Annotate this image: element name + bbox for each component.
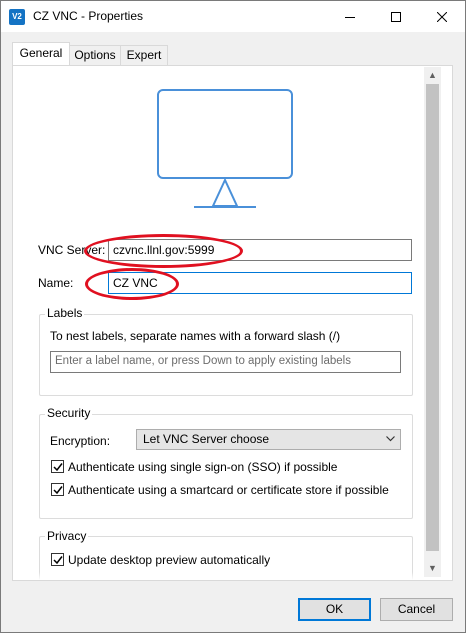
panel-fade	[13, 572, 423, 580]
sso-label[interactable]: Authenticate using single sign-on (SSO) …	[68, 460, 337, 474]
smartcard-label[interactable]: Authenticate using a smartcard or certif…	[68, 483, 389, 497]
scroll-up-icon[interactable]: ▲	[424, 67, 441, 84]
maximize-button[interactable]	[373, 1, 419, 32]
vnc-app-icon: V2	[9, 9, 25, 25]
labels-hint: To nest labels, separate names with a fo…	[50, 329, 341, 343]
maximize-icon	[391, 11, 401, 22]
security-group-title: Security	[45, 406, 93, 420]
encryption-label: Encryption:	[50, 434, 111, 448]
cancel-button[interactable]: Cancel	[380, 598, 453, 621]
close-icon	[437, 11, 447, 22]
tab-options[interactable]: Options	[68, 45, 122, 65]
monitor-icon	[157, 89, 293, 208]
scrollbar-thumb[interactable]	[426, 84, 439, 551]
chevron-down-icon	[386, 436, 395, 442]
checkmark-icon	[53, 463, 63, 472]
ok-button[interactable]: OK	[298, 598, 371, 621]
minimize-icon	[345, 16, 355, 18]
checkmark-icon	[53, 556, 63, 565]
tab-expert[interactable]: Expert	[120, 45, 168, 65]
preview-checkbox[interactable]	[51, 553, 64, 566]
tab-options-label: Options	[74, 48, 116, 62]
annotation-ellipse-server	[84, 234, 243, 268]
encryption-select[interactable]: Let VNC Server choose	[136, 429, 401, 450]
encryption-select-value: Let VNC Server choose	[143, 432, 270, 446]
tab-general[interactable]: General	[12, 42, 70, 65]
tab-general-label: General	[19, 46, 63, 60]
scroll-down-icon[interactable]: ▼	[424, 560, 441, 577]
label-input[interactable]: Enter a label name, or press Down to app…	[50, 351, 401, 373]
labels-group-title: Labels	[45, 306, 85, 320]
window-title: CZ VNC - Properties	[33, 9, 144, 23]
general-tab-panel: VNC Server: czvnc.llnl.gov:5999 Name: CZ…	[12, 65, 453, 581]
preview-label[interactable]: Update desktop preview automatically	[68, 553, 270, 567]
checkmark-icon	[53, 486, 63, 495]
properties-dialog: V2 CZ VNC - Properties General Options E…	[0, 0, 466, 633]
close-button[interactable]	[419, 1, 465, 32]
annotation-ellipse-name	[85, 268, 179, 300]
sso-checkbox[interactable]	[51, 460, 64, 473]
privacy-group-title: Privacy	[45, 529, 89, 543]
tab-expert-label: Expert	[126, 48, 162, 62]
smartcard-checkbox[interactable]	[51, 483, 64, 496]
title-bar: V2 CZ VNC - Properties	[1, 1, 465, 32]
name-label: Name:	[38, 276, 74, 290]
minimize-button[interactable]	[327, 1, 373, 32]
